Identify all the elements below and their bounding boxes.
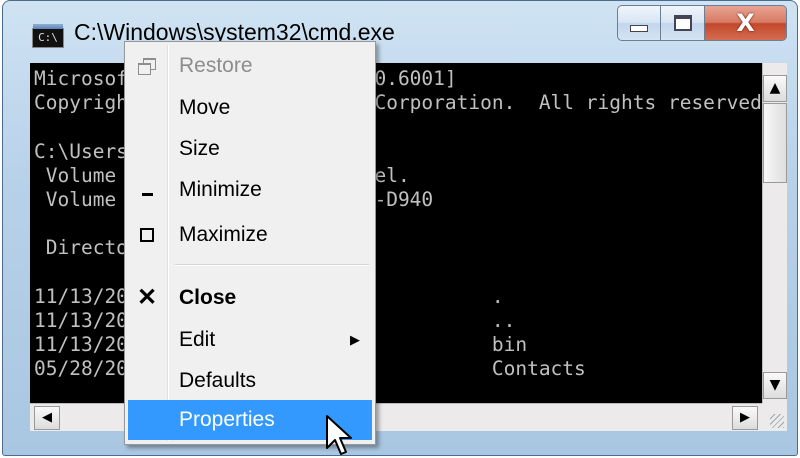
menu-item-label: Close bbox=[179, 286, 237, 309]
minimize-button[interactable] bbox=[617, 5, 661, 41]
menu-item-label: Restore bbox=[179, 54, 253, 77]
menu-item-edit[interactable]: Edit ▶ bbox=[128, 320, 372, 360]
close-icon: X bbox=[736, 9, 755, 37]
maximize-icon bbox=[673, 15, 692, 31]
scroll-right-button[interactable]: ▶ bbox=[732, 406, 758, 430]
menu-item-label: Move bbox=[179, 96, 231, 119]
system-menu: Restore Move Size Minimize Maximize ✕ Cl… bbox=[124, 41, 376, 445]
submenu-arrow-icon: ▶ bbox=[350, 332, 360, 347]
menu-separator bbox=[175, 264, 369, 266]
scroll-left-button[interactable]: ◀ bbox=[34, 406, 60, 430]
scroll-down-button[interactable]: ▼ bbox=[763, 372, 787, 399]
maximize-button[interactable] bbox=[661, 5, 705, 41]
menu-item-size[interactable]: Size bbox=[128, 129, 372, 169]
title-bar[interactable]: C:\ C:\Windows\system32\cmd.exe X bbox=[3, 1, 797, 63]
menu-item-maximize[interactable]: Maximize bbox=[128, 215, 372, 255]
vertical-scroll-thumb[interactable] bbox=[763, 103, 787, 183]
caption-buttons: X bbox=[617, 5, 787, 43]
menu-item-label: Properties bbox=[179, 408, 275, 431]
restore-icon bbox=[128, 46, 166, 88]
menu-item-label: Defaults bbox=[179, 369, 257, 392]
cmd-icon[interactable]: C:\ bbox=[32, 24, 64, 48]
maximize-icon bbox=[128, 215, 166, 256]
minimize-icon bbox=[630, 24, 648, 32]
menu-item-move[interactable]: Move bbox=[128, 88, 372, 128]
menu-item-label: Minimize bbox=[179, 178, 262, 201]
close-button[interactable]: X bbox=[705, 5, 787, 41]
menu-item-close[interactable]: ✕ Close bbox=[128, 278, 372, 318]
menu-item-minimize[interactable]: Minimize bbox=[128, 170, 372, 210]
menu-item-label: Maximize bbox=[179, 223, 268, 246]
menu-item-label: Size bbox=[179, 137, 220, 160]
menu-item-defaults[interactable]: Defaults bbox=[128, 361, 372, 401]
console-window: C:\ C:\Windows\system32\cmd.exe X Micros… bbox=[2, 0, 798, 456]
mouse-cursor-icon bbox=[326, 415, 352, 455]
minimize-icon bbox=[128, 170, 166, 210]
menu-item-restore: Restore bbox=[128, 46, 372, 86]
close-icon: ✕ bbox=[136, 284, 158, 311]
menu-item-label: Edit bbox=[179, 328, 216, 351]
resize-grip[interactable] bbox=[762, 403, 787, 431]
scroll-up-button[interactable]: ▲ bbox=[763, 75, 787, 102]
vertical-scrollbar[interactable]: ▲ ▼ bbox=[762, 63, 787, 403]
